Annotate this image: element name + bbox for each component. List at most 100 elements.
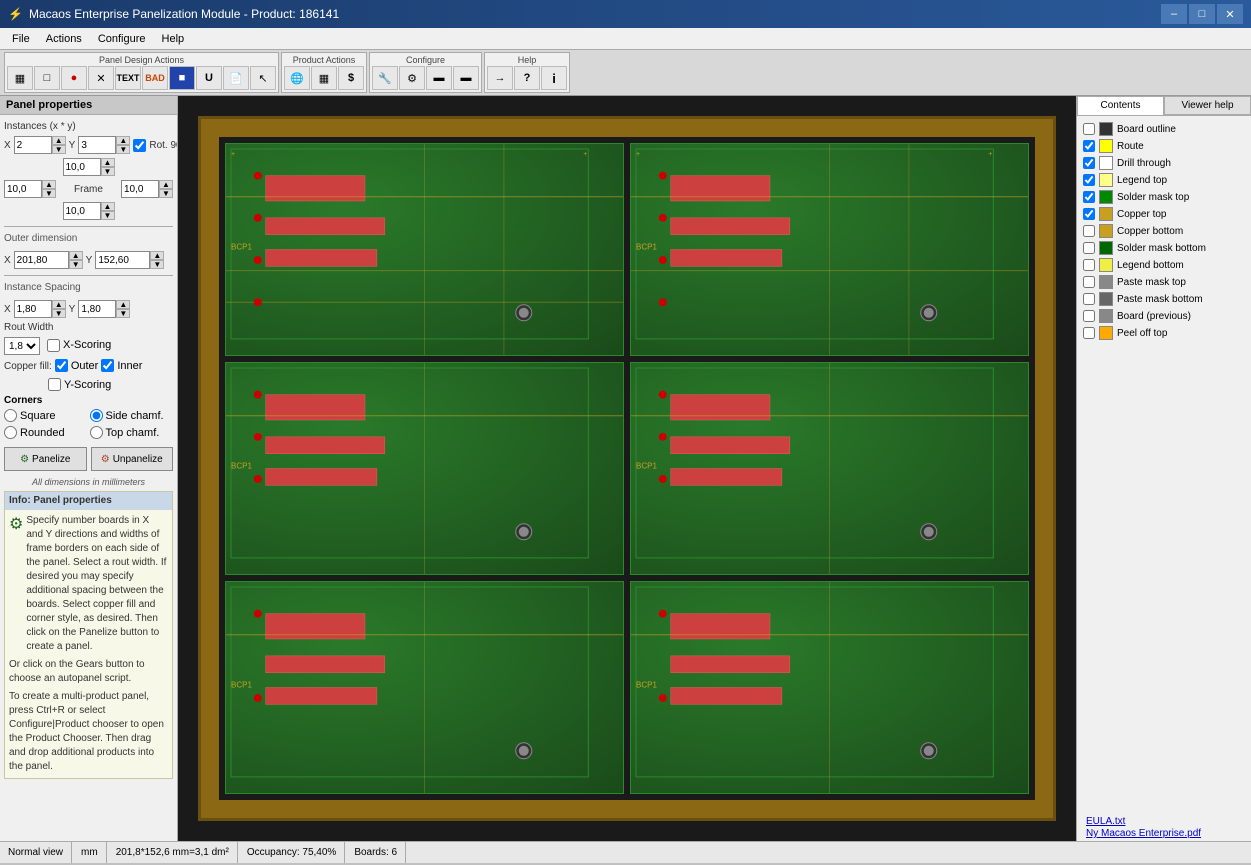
product-link[interactable]: Ny Macaos Enterprise.pdf: [1080, 826, 1207, 841]
layer-paste-mask-top-checkbox[interactable]: [1083, 276, 1095, 288]
rout-width-select[interactable]: 1,8 2,0 2,4: [4, 337, 40, 355]
panel-grid-button[interactable]: ▦: [7, 66, 33, 90]
layer-paste-mask-bottom-color: [1099, 292, 1113, 306]
layer-solder-mask-top-checkbox[interactable]: [1083, 191, 1095, 203]
layer-drill-through-checkbox[interactable]: [1083, 157, 1095, 169]
copper-outer-checkbox[interactable]: [55, 359, 68, 372]
corner-square-label: Square: [20, 410, 55, 422]
layer-copper-bottom-checkbox[interactable]: [1083, 225, 1095, 237]
outer-y-up[interactable]: ▲: [150, 251, 164, 260]
divider2: [4, 275, 173, 276]
frame-bottom-up[interactable]: ▲: [101, 202, 115, 211]
frame-left-up[interactable]: ▲: [42, 180, 56, 189]
instances-y-input[interactable]: [78, 136, 116, 154]
spacing-y-up[interactable]: ▲: [116, 300, 130, 309]
help-info-button[interactable]: i: [541, 66, 567, 90]
layer-legend-bottom-checkbox[interactable]: [1083, 259, 1095, 271]
x-spin-down[interactable]: ▼: [52, 145, 66, 154]
spacing-x-up[interactable]: ▲: [52, 300, 66, 309]
product-table-button[interactable]: ▦: [311, 66, 337, 90]
layer-paste-mask-bottom-checkbox[interactable]: [1083, 293, 1095, 305]
unpanelize-button[interactable]: ⚙ Unpanelize: [91, 447, 174, 471]
frame-bottom-input[interactable]: [63, 202, 101, 220]
spacing-y-down[interactable]: ▼: [116, 309, 130, 318]
configure-view1-button[interactable]: ▬: [426, 66, 452, 90]
tab-contents[interactable]: Contents: [1077, 96, 1164, 115]
layer-route-checkbox[interactable]: [1083, 140, 1095, 152]
layer-copper-top-checkbox[interactable]: [1083, 208, 1095, 220]
panel-cursor-button[interactable]: ↖: [250, 66, 276, 90]
panel-text-button[interactable]: TEXT: [115, 66, 141, 90]
frame-right-up[interactable]: ▲: [159, 180, 173, 189]
layer-solder-mask-bottom-checkbox[interactable]: [1083, 242, 1095, 254]
toolbar-panel-design-label: Panel Design Actions: [7, 55, 276, 66]
panelize-button[interactable]: ⚙ Panelize: [4, 447, 87, 471]
outer-x-down[interactable]: ▼: [69, 260, 83, 269]
corner-side-chamf-radio[interactable]: [90, 409, 103, 422]
spacing-x-input[interactable]: [14, 300, 52, 318]
layer-peel-off-top-label: Peel off top: [1117, 328, 1167, 339]
help-question-button[interactable]: ?: [514, 66, 540, 90]
outer-dim-label: Outer dimension: [4, 233, 77, 244]
spacing-x-down[interactable]: ▼: [52, 309, 66, 318]
frame-bottom-down[interactable]: ▼: [101, 211, 115, 220]
layer-peel-off-top-checkbox[interactable]: [1083, 327, 1095, 339]
rot-checkbox[interactable]: [133, 139, 146, 152]
app-icon: ⚡: [8, 7, 23, 21]
configure-gear-button[interactable]: ⚙: [399, 66, 425, 90]
copper-inner-checkbox[interactable]: [101, 359, 114, 372]
frame-left-input[interactable]: [4, 180, 42, 198]
panel-circle-button[interactable]: ●: [61, 66, 87, 90]
x-spin-up[interactable]: ▲: [52, 136, 66, 145]
frame-left-down[interactable]: ▼: [42, 189, 56, 198]
frame-top-up[interactable]: ▲: [101, 158, 115, 167]
product-globe-button[interactable]: 🌐: [284, 66, 310, 90]
tab-viewer-help[interactable]: Viewer help: [1164, 96, 1251, 115]
layer-solder-mask-bottom-label: Solder mask bottom: [1117, 243, 1206, 254]
layer-board-outline-checkbox[interactable]: [1083, 123, 1095, 135]
corner-square-radio[interactable]: [4, 409, 17, 422]
close-button[interactable]: ✕: [1217, 4, 1243, 24]
y-spin-up[interactable]: ▲: [116, 136, 130, 145]
spacing-y-input[interactable]: [78, 300, 116, 318]
menu-actions[interactable]: Actions: [38, 31, 90, 47]
frame-top-down[interactable]: ▼: [101, 167, 115, 176]
outer-x-up[interactable]: ▲: [69, 251, 83, 260]
help-arrow-button[interactable]: →: [487, 66, 513, 90]
frame-label: Frame: [74, 184, 103, 195]
configure-tool-button[interactable]: 🔧: [372, 66, 398, 90]
panel-board-button[interactable]: □: [34, 66, 60, 90]
outer-y-down[interactable]: ▼: [150, 260, 164, 269]
y-scoring-checkbox[interactable]: [48, 378, 61, 391]
minimize-button[interactable]: –: [1161, 4, 1187, 24]
corner-rounded-radio[interactable]: [4, 426, 17, 439]
svg-text:BCP1: BCP1: [636, 243, 657, 252]
maximize-button[interactable]: □: [1189, 4, 1215, 24]
layer-legend-top-checkbox[interactable]: [1083, 174, 1095, 186]
x-scoring-checkbox[interactable]: [47, 339, 60, 352]
product-currency-button[interactable]: $: [338, 66, 364, 90]
frame-bottom-group: ▲ ▼: [63, 202, 115, 220]
layer-copper-top-label: Copper top: [1117, 209, 1166, 220]
layer-board-previous-checkbox[interactable]: [1083, 310, 1095, 322]
instances-x-input[interactable]: [14, 136, 52, 154]
menu-help[interactable]: Help: [154, 31, 193, 47]
frame-right-input[interactable]: [121, 180, 159, 198]
menu-file[interactable]: File: [4, 31, 38, 47]
panel-layer-button[interactable]: ■: [169, 66, 195, 90]
frame-top-input[interactable]: [63, 158, 101, 176]
panel-cross-button[interactable]: ✕: [88, 66, 114, 90]
outer-y-input[interactable]: [95, 251, 150, 269]
panel-bad-button[interactable]: BAD: [142, 66, 168, 90]
panel-via-button[interactable]: U: [196, 66, 222, 90]
layer-legend-bottom-label: Legend bottom: [1117, 260, 1184, 271]
menu-configure[interactable]: Configure: [90, 31, 154, 47]
info-icon: ⚙: [9, 514, 23, 536]
corner-top-chamf-radio[interactable]: [90, 426, 103, 439]
frame-right-down[interactable]: ▼: [159, 189, 173, 198]
y-spin-down[interactable]: ▼: [116, 145, 130, 154]
outer-x-input[interactable]: [14, 251, 69, 269]
configure-view2-button[interactable]: ▬: [453, 66, 479, 90]
panel-paste-button[interactable]: 📄: [223, 66, 249, 90]
canvas-area[interactable]: BCP1 + +: [178, 96, 1076, 841]
